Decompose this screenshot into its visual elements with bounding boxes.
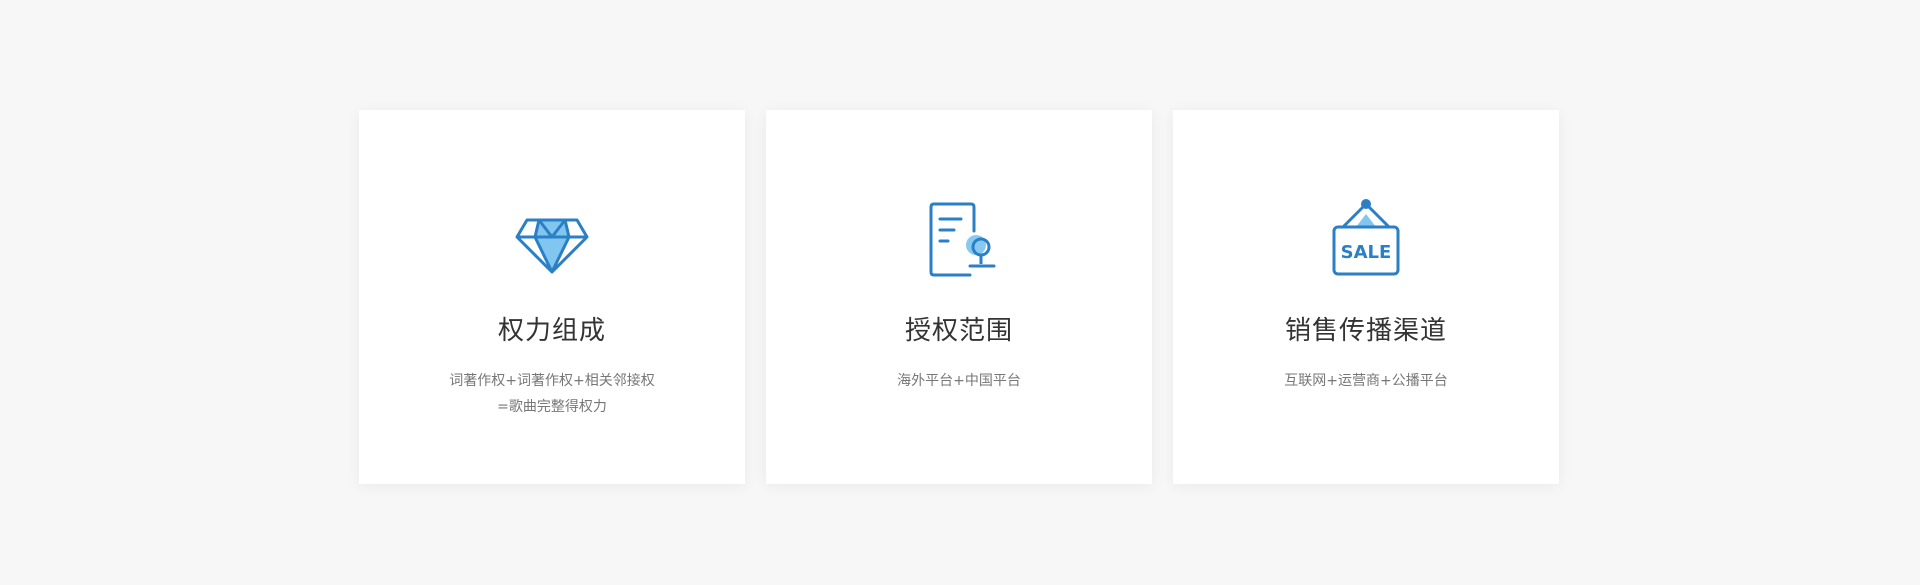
feature-cards: 权力组成 词著作权+词著作权+相关邻接权 =歌曲完整得权力 授权范围 海外平台+… bbox=[359, 110, 1559, 484]
card-title: 授权范围 bbox=[904, 316, 1013, 346]
diamond-icon bbox=[507, 194, 597, 284]
card-description: 互联网+运营商+公播平台 bbox=[1213, 368, 1519, 394]
card-description: 词著作权+词著作权+相关邻接权 =歌曲完整得权力 bbox=[399, 368, 705, 420]
card-description-line: 互联网+运营商+公播平台 bbox=[1284, 373, 1448, 389]
sale-sign-icon: SALE bbox=[1321, 194, 1411, 284]
sale-sign-text: SALE bbox=[1341, 242, 1392, 263]
card-description: 海外平台+中国平台 bbox=[806, 368, 1112, 394]
card-license-scope: 授权范围 海外平台+中国平台 bbox=[766, 110, 1152, 484]
card-description-line: =歌曲完整得权力 bbox=[497, 399, 607, 415]
card-sales-channels: SALE 销售传播渠道 互联网+运营商+公播平台 bbox=[1173, 110, 1559, 484]
card-rights-composition: 权力组成 词著作权+词著作权+相关邻接权 =歌曲完整得权力 bbox=[359, 110, 745, 484]
card-title: 权力组成 bbox=[497, 316, 606, 346]
card-description-line: 海外平台+中国平台 bbox=[897, 373, 1021, 389]
certificate-stamp-icon bbox=[914, 194, 1004, 284]
card-title: 销售传播渠道 bbox=[1284, 316, 1447, 346]
card-description-line: 词著作权+词著作权+相关邻接权 bbox=[449, 373, 655, 389]
